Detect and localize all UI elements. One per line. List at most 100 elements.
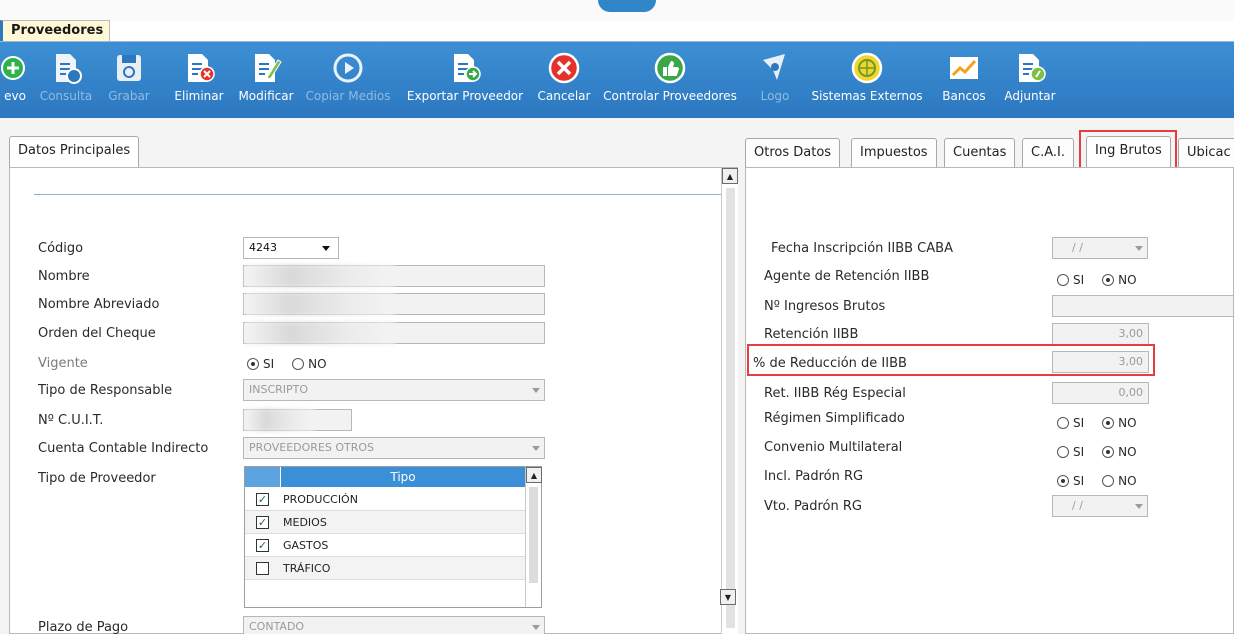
produccion-checkbox[interactable]: ✓ bbox=[256, 493, 269, 506]
gastos-checkbox[interactable]: ✓ bbox=[256, 539, 269, 552]
cuenta-contable-select[interactable]: PROVEEDORES OTROS bbox=[243, 437, 545, 459]
main-toolbar: evo Consulta Grabar Eliminar Modificar C… bbox=[0, 42, 1234, 118]
redacted-orden-cheque bbox=[245, 322, 395, 344]
vigente-si-radio[interactable]: SI bbox=[247, 357, 274, 371]
table-row[interactable]: TRÁFICO bbox=[245, 557, 525, 580]
toolbar-exportar-proveedor-button[interactable]: Exportar Proveedor bbox=[402, 42, 528, 118]
regimen-simplificado-no-radio[interactable]: NO bbox=[1102, 416, 1137, 430]
toolbar-logo-button[interactable]: Logo bbox=[758, 42, 792, 118]
ret-regimen-especial-input[interactable]: 0,00 bbox=[1052, 382, 1149, 404]
tipo-proveedor-grid[interactable]: Tipo ✓ PRODUCCIÓN ✓ MEDIOS ✓ GASTOS TRÁF… bbox=[244, 466, 542, 608]
convenio-multilateral-no-radio[interactable]: NO bbox=[1102, 445, 1137, 459]
tipo-responsable-select[interactable]: INSCRIPTO bbox=[243, 379, 545, 401]
table-row[interactable]: ✓ PRODUCCIÓN bbox=[245, 488, 525, 511]
vigente-no-radio[interactable]: NO bbox=[292, 357, 327, 371]
codigo-label: Código bbox=[38, 241, 84, 256]
vigente-radio-group: SI NO bbox=[247, 357, 345, 371]
toolbar-grabar-button[interactable]: Grabar bbox=[106, 42, 152, 118]
trafico-checkbox[interactable] bbox=[256, 562, 269, 575]
orden-cheque-label: Orden del Cheque bbox=[38, 326, 156, 341]
toolbar-cancelar-button[interactable]: Cancelar bbox=[536, 42, 592, 118]
chevron-down-icon bbox=[532, 625, 540, 630]
table-row[interactable]: ✓ GASTOS bbox=[245, 534, 525, 557]
nro-ingresos-brutos-label: Nº Ingresos Brutos bbox=[764, 299, 886, 314]
vto-padron-label: Vto. Padrón RG bbox=[764, 499, 862, 514]
tab-cai[interactable]: C.A.I. bbox=[1022, 138, 1074, 168]
ret-regimen-especial-label: Ret. IIBB Rég Especial bbox=[764, 386, 906, 401]
toolbar-adjuntar-button[interactable]: Adjuntar bbox=[1000, 42, 1060, 118]
incl-padron-no-radio[interactable]: NO bbox=[1102, 474, 1137, 488]
nombre-label: Nombre bbox=[38, 269, 90, 284]
codigo-select[interactable]: 4243 bbox=[243, 237, 339, 259]
toolbar-sistemas-externos-button[interactable]: Sistemas Externos bbox=[811, 42, 923, 118]
save-icon bbox=[111, 50, 147, 86]
redacted-nombre-abreviado bbox=[245, 293, 395, 315]
nombre-abreviado-label: Nombre Abreviado bbox=[38, 297, 160, 312]
cancel-icon bbox=[546, 50, 582, 86]
agente-retencion-label: Agente de Retención IIBB bbox=[764, 269, 930, 284]
add-icon bbox=[0, 50, 33, 86]
regimen-simplificado-label: Régimen Simplificado bbox=[764, 411, 905, 426]
delete-document-icon bbox=[181, 50, 217, 86]
play-icon bbox=[330, 50, 366, 86]
chevron-down-icon bbox=[532, 446, 540, 451]
tipo-proveedor-label: Tipo de Proveedor bbox=[38, 471, 156, 486]
retencion-input[interactable]: 3,00 bbox=[1052, 323, 1149, 345]
fecha-inscripcion-date[interactable]: / / bbox=[1052, 237, 1148, 259]
toolbar-eliminar-button[interactable]: Eliminar bbox=[172, 42, 226, 118]
incl-padron-label: Incl. Padrón RG bbox=[764, 469, 864, 484]
scroll-up-button[interactable]: ▲ bbox=[722, 168, 738, 184]
app-logo-fragment bbox=[598, 0, 656, 12]
nro-ingresos-brutos-input[interactable] bbox=[1052, 295, 1234, 317]
scroll-track bbox=[529, 487, 538, 583]
attach-document-icon bbox=[1012, 50, 1048, 86]
scroll-track bbox=[726, 188, 735, 628]
agente-retencion-no-radio[interactable]: NO bbox=[1102, 273, 1137, 287]
tipo-grid-scrollbar[interactable]: ▲ bbox=[525, 467, 542, 607]
convenio-multilateral-label: Convenio Multilateral bbox=[764, 440, 903, 455]
highlight-reduccion-row bbox=[747, 344, 1155, 376]
incl-padron-radio-group: SI NO bbox=[1057, 474, 1155, 488]
redacted-cuit bbox=[245, 409, 315, 431]
tab-ubicacion[interactable]: Ubicac bbox=[1178, 138, 1234, 168]
tab-impuestos[interactable]: Impuestos bbox=[851, 138, 937, 168]
table-row[interactable]: ✓ MEDIOS bbox=[245, 511, 525, 534]
tab-datos-principales[interactable]: Datos Principales bbox=[9, 136, 140, 168]
scroll-up-button[interactable]: ▲ bbox=[526, 467, 542, 483]
chevron-down-icon bbox=[532, 388, 540, 393]
retencion-label: Retención IIBB bbox=[764, 327, 859, 342]
toolbar-modificar-button[interactable]: Modificar bbox=[236, 42, 296, 118]
thumbs-up-icon bbox=[652, 50, 688, 86]
cuit-label: Nº C.U.I.T. bbox=[38, 413, 104, 428]
chart-icon bbox=[946, 50, 982, 86]
toolbar-copiar-medios-button[interactable]: Copiar Medios bbox=[304, 42, 392, 118]
tab-cuentas[interactable]: Cuentas bbox=[944, 138, 1016, 168]
chevron-down-icon bbox=[322, 246, 330, 251]
vto-padron-date[interactable]: / / bbox=[1052, 495, 1148, 517]
agente-retencion-si-radio[interactable]: SI bbox=[1057, 273, 1084, 287]
document-arrow-icon bbox=[48, 50, 84, 86]
left-panel-scrollbar[interactable]: ▲ bbox=[721, 168, 738, 634]
plazo-pago-label: Plazo de Pago bbox=[38, 620, 129, 634]
toolbar-bancos-button[interactable]: Bancos bbox=[938, 42, 990, 118]
convenio-multilateral-si-radio[interactable]: SI bbox=[1057, 445, 1084, 459]
toolbar-consulta-button[interactable]: Consulta bbox=[38, 42, 94, 118]
document-tab-proveedores[interactable]: Proveedores bbox=[0, 20, 111, 42]
tab-otros-datos[interactable]: Otros Datos bbox=[745, 138, 841, 168]
section-divider bbox=[34, 194, 724, 195]
fecha-inscripcion-label: Fecha Inscripción IIBB CABA bbox=[771, 241, 953, 256]
tipo-responsable-label: Tipo de Responsable bbox=[38, 383, 173, 398]
scroll-down-button[interactable]: ▼ bbox=[720, 589, 736, 605]
plazo-pago-select[interactable]: CONTADO bbox=[243, 616, 545, 634]
chevron-down-icon bbox=[1135, 246, 1143, 251]
toolbar-controlar-proveedores-button[interactable]: Controlar Proveedores bbox=[598, 42, 742, 118]
cuenta-contable-label: Cuenta Contable Indirecto bbox=[38, 441, 209, 456]
regimen-simplificado-si-radio[interactable]: SI bbox=[1057, 416, 1084, 430]
medios-checkbox[interactable]: ✓ bbox=[256, 516, 269, 529]
globe-icon bbox=[849, 50, 885, 86]
convenio-multilateral-radio-group: SI NO bbox=[1057, 445, 1155, 459]
logo-icon bbox=[757, 50, 793, 86]
toolbar-nuevo-button[interactable]: evo bbox=[0, 42, 30, 118]
incl-padron-si-radio[interactable]: SI bbox=[1057, 474, 1084, 488]
redacted-nombre bbox=[245, 265, 395, 287]
